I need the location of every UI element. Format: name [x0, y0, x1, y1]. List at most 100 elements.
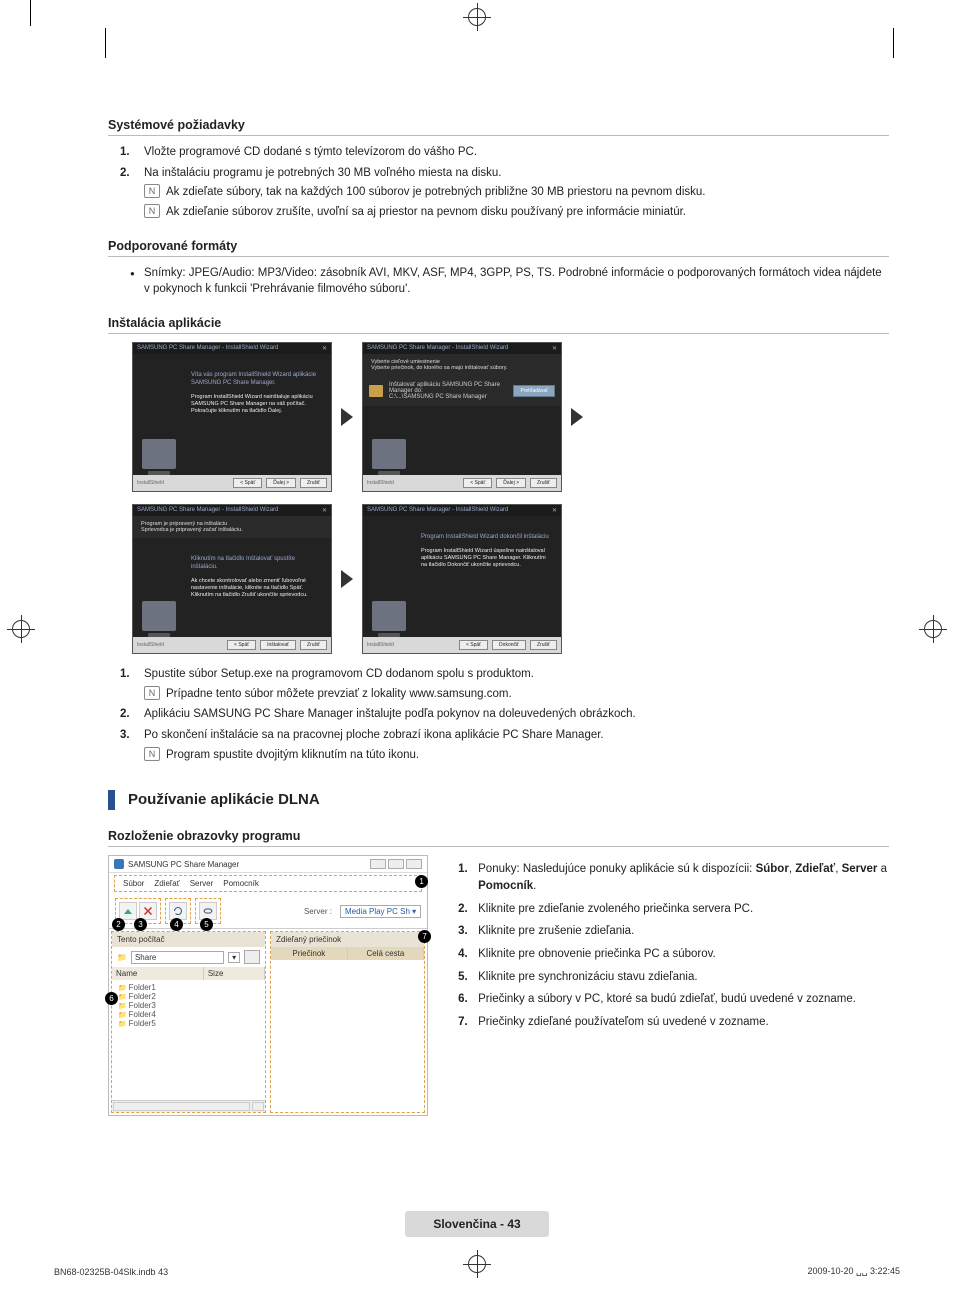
path-input[interactable]: Share — [131, 951, 224, 964]
wizard4-headline: Program InstallShield Wizard dokončil in… — [421, 534, 551, 542]
install-step-2: Aplikáciu SAMSUNG PC Share Manager inšta… — [144, 708, 636, 720]
list-item[interactable]: Folder5 — [118, 1019, 259, 1028]
arrow-right-icon — [332, 342, 362, 492]
legend-1-tail: . — [533, 880, 536, 892]
install-wizard-step-1: SAMSUNG PC Share Manager - InstallShield… — [132, 342, 332, 492]
column-size[interactable]: Size — [204, 967, 265, 980]
minimize-icon[interactable] — [370, 859, 386, 869]
left-pane-header: Tento počítač — [112, 932, 265, 947]
sys-req-note-2: Ak zdieľanie súborov zrušíte, uvoľní sa … — [144, 204, 889, 221]
supported-formats-list: Snímky: JPEG/Audio: MP3/Video: zásobník … — [108, 265, 889, 298]
sys-req-item-1: Vložte programové CD dodané s týmto tele… — [144, 146, 477, 158]
browse-button[interactable]: Prehľadávať — [513, 385, 555, 397]
sys-req-note-1: Ak zdieľate súbory, tak na každých 100 s… — [144, 184, 889, 201]
legend-1-bold-4: Pomocník — [478, 880, 533, 892]
cancel-button[interactable]: Zrušiť — [300, 640, 327, 650]
folder-icon — [369, 385, 383, 397]
list-item[interactable]: Folder2 — [118, 992, 259, 1001]
installshield-label: InstallShield — [367, 480, 394, 486]
menu-share[interactable]: Zdieľať — [154, 879, 179, 888]
dropdown-icon[interactable]: ▾ — [228, 952, 240, 963]
wizard3-body: Ak chcete skontrolovať alebo zmeniť ľubo… — [191, 578, 308, 598]
supported-formats-text: Snímky: JPEG/Audio: MP3/Video: zásobník … — [144, 267, 882, 296]
wizard2-path-value: C:\...\SAMSUNG PC Share Manager — [389, 394, 507, 400]
close-icon: ✕ — [322, 507, 327, 514]
legend-3: Kliknite pre zrušenie zdieľania. — [478, 925, 634, 937]
server-label: Server : — [304, 907, 332, 916]
installshield-label: InstallShield — [367, 642, 394, 648]
legend-1-bold-1: Súbor — [756, 863, 789, 875]
wizard3-subtitle-b: Sprievodca je pripravený začať inštaláci… — [141, 527, 323, 533]
legend-6: Priečinky a súbory v PC, ktoré sa budú z… — [478, 993, 856, 1005]
legend-1-bold-2: Zdieľať — [795, 863, 835, 875]
print-registration-mark — [468, 8, 486, 26]
maximize-icon[interactable] — [388, 859, 404, 869]
close-icon: ✕ — [552, 507, 557, 514]
screen-layout-legend: 1. Ponuky: Nasledujúce ponuky aplikácie … — [468, 855, 889, 1116]
wizard2-path-label: Inštalovať aplikáciu SAMSUNG PC Share Ma… — [389, 382, 507, 394]
legend-2: Kliknite pre zdieľanie zvoleného priečin… — [478, 903, 753, 915]
back-button[interactable]: < Späť — [463, 478, 492, 488]
wizard-title: SAMSUNG PC Share Manager - InstallShield… — [137, 345, 278, 352]
list-item[interactable]: Folder4 — [118, 1010, 259, 1019]
computer-icon — [142, 601, 176, 631]
next-button[interactable]: Ďalej > — [266, 478, 296, 488]
list-item[interactable]: Folder3 — [118, 1001, 259, 1010]
page-number-pill: Slovenčina - 43 — [405, 1211, 548, 1237]
folder-icon: 📁 — [117, 953, 127, 962]
section-title-system-requirements: Systémové požiadavky — [108, 118, 889, 136]
cancel-button[interactable]: Zrušiť — [530, 640, 557, 650]
back-button[interactable]: < Späť — [459, 640, 488, 650]
page-footer: Slovenčina - 43 — [0, 1211, 954, 1237]
install-wizard-step-2: SAMSUNG PC Share Manager - InstallShield… — [362, 342, 562, 492]
print-meta-filename: BN68-02325B-04Slk.indb 43 — [54, 1267, 168, 1277]
app-title: SAMSUNG PC Share Manager — [128, 860, 239, 869]
column-folder[interactable]: Priečinok — [271, 947, 348, 960]
column-name[interactable]: Name — [112, 967, 204, 980]
shared-list — [271, 960, 424, 1080]
legend-1-bold-3: Server — [842, 863, 878, 875]
wizard1-body: Program InstallShield Wizard nainštaluje… — [191, 394, 313, 414]
crop-tick — [105, 28, 106, 58]
computer-icon — [142, 439, 176, 469]
close-icon: ✕ — [552, 345, 557, 352]
wizard3-headline: Kliknutím na tlačidlo Inštalovať spustít… — [191, 556, 321, 572]
cancel-button[interactable]: Zrušiť — [530, 478, 557, 488]
server-combo[interactable]: Media Play PC Sh ▾ — [340, 905, 421, 918]
right-pane-header: Zdieľaný priečinok — [271, 932, 424, 947]
callout-badge-7: 7 — [418, 930, 431, 943]
install-wizard-step-3: SAMSUNG PC Share Manager - InstallShield… — [132, 504, 332, 654]
callout-badge-1: 1 — [415, 875, 428, 888]
wizard1-headline: Víta vás program InstallShield Wizard ap… — [191, 372, 321, 388]
print-registration-mark — [12, 620, 30, 638]
app-screenshot: SAMSUNG PC Share Manager Súbor Zdieľať S… — [108, 855, 428, 1116]
computer-icon — [372, 601, 406, 631]
wizard-title: SAMSUNG PC Share Manager - InstallShield… — [367, 507, 508, 514]
menu-help[interactable]: Pomocník — [223, 879, 259, 888]
close-icon[interactable] — [406, 859, 422, 869]
arrow-right-icon — [332, 504, 362, 654]
back-button[interactable]: < Späť — [227, 640, 256, 650]
legend-4: Kliknite pre obnovenie priečinka PC a sú… — [478, 948, 716, 960]
install-button[interactable]: Inštalovať — [260, 640, 296, 650]
scrollbar[interactable] — [112, 1100, 265, 1112]
install-step-1: Spustite súbor Setup.exe na programovom … — [144, 668, 534, 680]
wizard2-subtitle-b: Vyberte priečinok, do ktorého sa majú in… — [371, 365, 553, 371]
cancel-button[interactable]: Zrušiť — [300, 478, 327, 488]
system-requirements-list: 1.Vložte programové CD dodané s týmto te… — [108, 144, 889, 221]
go-button[interactable] — [244, 950, 260, 964]
section-title-screen-layout: Rozloženie obrazovky programu — [108, 829, 889, 847]
legend-5: Kliknite pre synchronizáciu stavu zdieľa… — [478, 971, 697, 983]
back-button[interactable]: < Späť — [233, 478, 262, 488]
install-wizard-grid: SAMSUNG PC Share Manager - InstallShield… — [132, 342, 889, 654]
install-step-3-note: Program spustite dvojitým kliknutím na t… — [144, 747, 889, 764]
share-icon[interactable] — [119, 902, 137, 920]
next-button[interactable]: Ďalej > — [496, 478, 526, 488]
page-content: Systémové požiadavky 1.Vložte programové… — [108, 100, 889, 1116]
crop-tick — [30, 0, 31, 26]
column-fullpath[interactable]: Celá cesta — [348, 947, 425, 960]
finish-button[interactable]: Dokončiť — [492, 640, 526, 650]
list-item[interactable]: Folder1 — [118, 983, 259, 992]
menu-file[interactable]: Súbor — [123, 879, 144, 888]
menu-server[interactable]: Server — [190, 879, 214, 888]
